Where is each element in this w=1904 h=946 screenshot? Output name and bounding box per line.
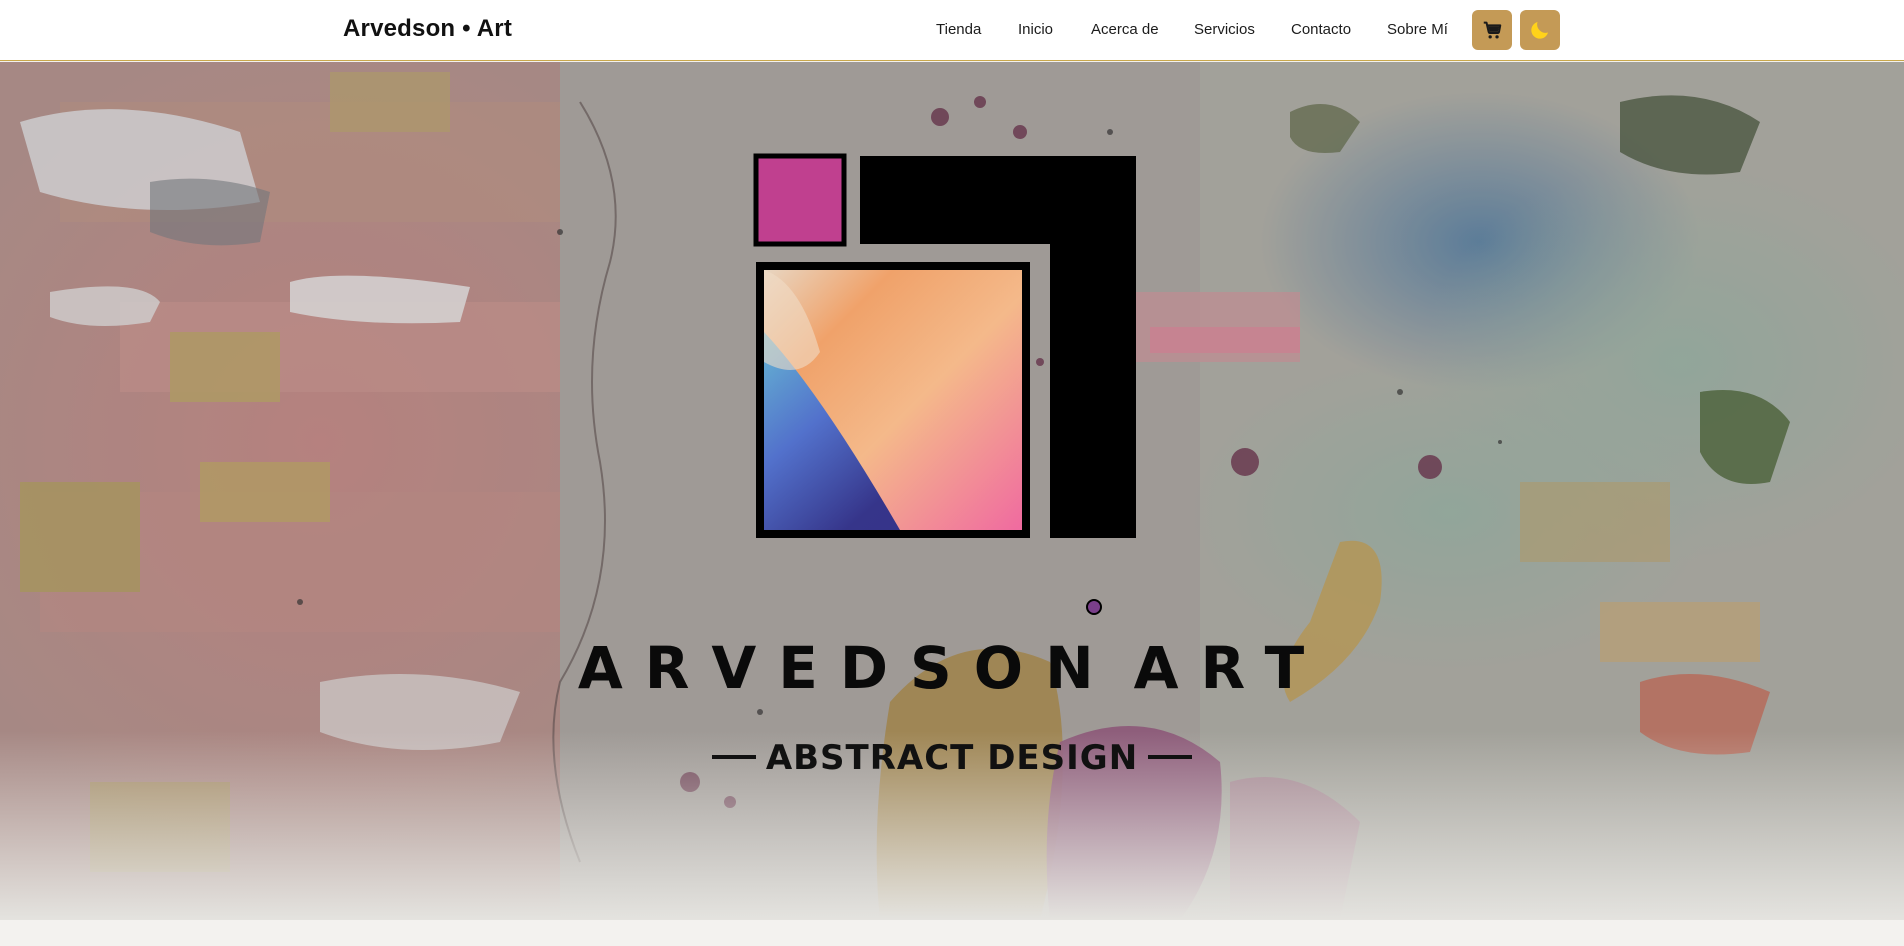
logo-wordmark: ARVEDSON ART [0,634,1904,702]
logo-mark [753,153,1136,538]
nav-link-contacto[interactable]: Contacto [1291,21,1351,38]
wordmark-dot [1086,599,1102,615]
moon-icon [1531,22,1548,39]
main-nav: Tienda Inicio Acerca de Servicios Contac… [0,0,1904,60]
theme-toggle-button[interactable] [1520,10,1560,50]
page-content-start [0,920,1904,946]
nav-link-acerca-de[interactable]: Acerca de [1091,21,1159,38]
shopping-cart-icon [1483,21,1502,39]
top-navbar: Arvedson • Art Tienda Inicio Acerca de S… [0,0,1904,61]
logo-tagline: ABSTRACT DESIGN [0,738,1904,778]
nav-link-tienda[interactable]: Tienda [936,21,981,38]
logo-wordmark-right: ART [1133,634,1327,702]
nav-link-servicios[interactable]: Servicios [1194,21,1255,38]
nav-link-sobre-mi[interactable]: Sobre Mí [1387,21,1448,38]
tagline-dash-right [1148,754,1193,759]
nav-link-inicio[interactable]: Inicio [1018,21,1053,38]
hero-section: ARVEDSON ART ABSTRACT DESIGN [0,62,1904,920]
tagline-text: ABSTRACT DESIGN [765,738,1139,778]
abstract-painting-background [0,62,1904,920]
tagline-dash-left [711,754,756,759]
logo-wordmark-left: ARVEDSON [577,634,1116,702]
cart-button[interactable] [1472,10,1512,50]
